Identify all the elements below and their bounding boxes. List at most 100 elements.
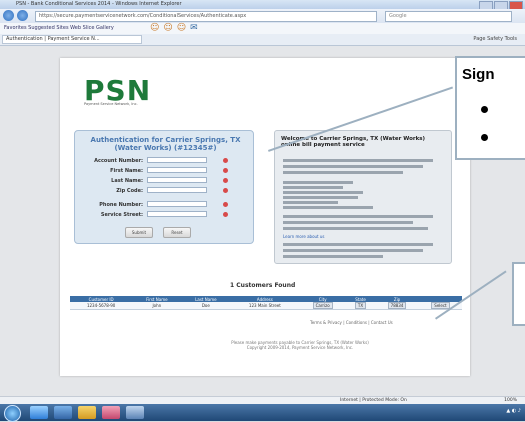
submit-button[interactable]: Submit <box>125 227 153 238</box>
callout-title: Sign <box>462 66 495 83</box>
table-cell: 1234-5678-90 <box>70 302 133 310</box>
footer-line: Copyright 2009-2014, Payment Service Net… <box>246 345 354 350</box>
city-cell: Carrizo <box>312 302 333 309</box>
media-icon[interactable] <box>54 406 72 419</box>
page-viewport: PSN Payment Service Network, Inc. Authen… <box>0 46 525 396</box>
logo-subtitle: Payment Service Network, Inc. <box>84 102 138 106</box>
table-row[interactable]: 1234-5678-90 John Doe 123 Main Street Ca… <box>70 302 462 310</box>
bullet-icon <box>481 134 488 141</box>
smiley-icon[interactable]: ☺ <box>163 23 172 33</box>
form-row: Service Street: <box>85 211 245 219</box>
required-icon <box>223 158 228 163</box>
window-icon[interactable] <box>126 406 144 419</box>
text-line <box>283 171 403 174</box>
folder-icon[interactable] <box>78 406 96 419</box>
window-titlebar: PSN - Bank Conditional Services 2014 - W… <box>0 0 525 10</box>
form-row: Account Number: <box>85 157 245 165</box>
text-line <box>283 165 423 168</box>
favorites-links[interactable]: Favorites Suggested Sites Web Slice Gall… <box>4 25 114 31</box>
text-line <box>283 201 338 204</box>
page-container: PSN Payment Service Network, Inc. Authen… <box>60 58 470 376</box>
smiley-icon[interactable]: ☺ <box>150 23 159 33</box>
text-line <box>283 186 343 189</box>
text-line <box>283 249 423 252</box>
field-label: Last Name: <box>111 178 143 184</box>
form-row: Zip Code: <box>85 187 245 195</box>
zoom-level[interactable]: 100% <box>504 398 517 403</box>
required-icon <box>223 212 228 217</box>
system-tray[interactable]: ▲ ◐ ♪ <box>506 408 521 414</box>
select-button[interactable]: Select <box>431 302 450 309</box>
forward-icon[interactable] <box>17 10 28 21</box>
ie-icon[interactable] <box>30 406 48 419</box>
smiley-icon[interactable]: ☺ <box>177 23 186 33</box>
service-street-field[interactable] <box>147 211 207 217</box>
text-line <box>283 221 413 224</box>
security-zone: Internet | Protected Mode: On <box>340 398 407 403</box>
back-icon[interactable] <box>3 10 14 21</box>
bullet-icon <box>481 106 488 113</box>
address-text: https://secure.paymentservicenetwork.com… <box>39 13 247 19</box>
callout-box <box>512 262 525 326</box>
form-row: Phone Number: <box>85 201 245 209</box>
toolbar-icons: ☺ ☺ ☺ ✉ <box>150 23 198 33</box>
required-icon <box>223 168 228 173</box>
text-line <box>283 191 363 194</box>
text-line <box>283 159 433 162</box>
zip-code-field[interactable] <box>147 187 207 193</box>
form-row: Last Name: <box>85 177 245 185</box>
customers-found-label: 1 Customers Found <box>230 282 296 289</box>
command-bar[interactable]: Page Safety Tools <box>473 36 517 42</box>
table-cell: Carrizo <box>299 302 346 310</box>
auth-title: Authentication for Carrier Springs, TX (… <box>90 136 241 152</box>
required-icon <box>223 188 228 193</box>
field-label: First Name: <box>110 168 143 174</box>
navigation-bar: https://secure.paymentservicenetwork.com… <box>0 9 525 23</box>
text-line <box>283 181 353 184</box>
text-line <box>283 227 428 230</box>
tab-bar: Authentication | Payment Service N... Pa… <box>0 34 525 46</box>
text-line <box>283 196 358 199</box>
table-cell: 78834 <box>375 302 419 310</box>
browser-tab[interactable]: Authentication | Payment Service N... <box>2 35 142 44</box>
table-cell: John <box>132 302 182 310</box>
page-footer: Please make payments payable to Carrier … <box>150 340 450 350</box>
zip-cell: 78834 <box>387 302 407 309</box>
form-row: First Name: <box>85 167 245 175</box>
callout-box: Sign <box>455 56 525 160</box>
welcome-panel: Welcome to Carrier Springs, TX (Water Wo… <box>274 130 452 264</box>
address-bar[interactable]: https://secure.paymentservicenetwork.com… <box>35 11 377 22</box>
last-name-field[interactable] <box>147 177 207 183</box>
favorites-bar: Favorites Suggested Sites Web Slice Gall… <box>0 23 525 34</box>
phone-number-field[interactable] <box>147 201 207 207</box>
search-placeholder: Google <box>389 13 407 19</box>
app-icon[interactable] <box>102 406 120 419</box>
first-name-field[interactable] <box>147 167 207 173</box>
footer-links[interactable]: Terms & Privacy | Conditions | Contact U… <box>310 320 393 325</box>
field-label: Account Number: <box>94 158 143 164</box>
table-cell: Doe <box>181 302 231 310</box>
text-line <box>283 215 433 218</box>
results-table: Customer ID First Name Last Name Address… <box>70 296 462 310</box>
table-cell: TX <box>345 302 376 310</box>
mail-icon[interactable]: ✉ <box>190 23 198 33</box>
reset-button[interactable]: Reset <box>163 227 191 238</box>
window-title: PSN - Bank Conditional Services 2014 - W… <box>16 1 182 7</box>
required-icon <box>223 202 228 207</box>
account-number-field[interactable] <box>147 157 207 163</box>
state-cell: TX <box>354 302 367 309</box>
text-line <box>283 255 383 258</box>
required-icon <box>223 178 228 183</box>
search-input[interactable]: Google <box>385 11 512 22</box>
field-label: Zip Code: <box>116 188 143 194</box>
start-button[interactable] <box>4 405 21 422</box>
taskbar: ▲ ◐ ♪ <box>0 404 525 422</box>
welcome-link[interactable]: Learn more about us <box>283 234 325 239</box>
form-buttons: Submit Reset <box>125 227 191 238</box>
text-line <box>283 243 433 246</box>
table-cell: 123 Main Street <box>230 302 300 310</box>
authentication-panel: Authentication for Carrier Springs, TX (… <box>74 130 254 244</box>
field-label: Service Street: <box>100 212 143 218</box>
text-line <box>283 206 373 209</box>
field-label: Phone Number: <box>99 202 143 208</box>
